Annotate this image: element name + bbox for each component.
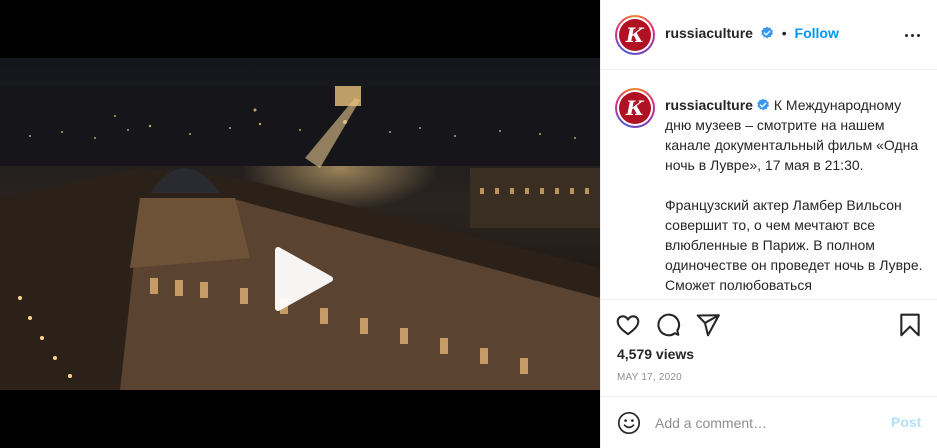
emoji-button[interactable] xyxy=(617,411,641,435)
caption-username[interactable]: russiaculture xyxy=(665,97,753,113)
emoji-icon xyxy=(617,411,641,435)
caption-avatar[interactable]: К xyxy=(615,88,655,128)
comment-bar: Post xyxy=(601,396,937,448)
header-username[interactable]: russiaculture xyxy=(665,25,753,41)
comment-button[interactable] xyxy=(655,312,681,338)
video-player[interactable] xyxy=(0,58,600,390)
follow-button[interactable]: Follow xyxy=(795,25,839,41)
view-count[interactable]: 4,579 views xyxy=(617,346,694,362)
bookmark-icon xyxy=(900,313,920,337)
play-icon xyxy=(275,247,333,311)
more-options-icon[interactable] xyxy=(901,24,923,46)
post-date[interactable]: MAY 17, 2020 xyxy=(617,372,682,383)
play-button[interactable] xyxy=(270,246,336,312)
header-user-line: russiaculture • Follow xyxy=(665,25,839,41)
action-bar xyxy=(615,312,925,338)
post-header: К russiaculture • Follow xyxy=(601,0,937,70)
share-icon xyxy=(696,314,720,337)
caption-avatar-letter: К xyxy=(619,92,651,124)
share-button[interactable] xyxy=(695,312,721,338)
comment-icon xyxy=(657,313,681,337)
caption-text: russiaculture К Международному дню музее… xyxy=(665,95,927,295)
like-button[interactable] xyxy=(615,312,641,338)
header-separator: • xyxy=(781,25,787,41)
avatar-letter: К xyxy=(619,19,651,51)
caption-paragraph-2: Французский актер Ламбер Вильсон соверши… xyxy=(665,197,923,293)
post-media xyxy=(0,0,600,448)
caption-area: К russiaculture К Международному дню муз… xyxy=(601,71,937,300)
post-comment-button[interactable]: Post xyxy=(891,414,921,430)
heart-icon xyxy=(616,315,640,336)
verified-badge-icon xyxy=(757,98,770,111)
post-side-panel: К russiaculture • Follow К russiaculture… xyxy=(600,0,937,448)
louvre-scene-decoration xyxy=(0,86,600,390)
comment-input[interactable] xyxy=(655,413,875,433)
verified-badge-icon xyxy=(760,26,773,39)
avatar[interactable]: К xyxy=(615,15,655,55)
save-button[interactable] xyxy=(897,312,923,338)
